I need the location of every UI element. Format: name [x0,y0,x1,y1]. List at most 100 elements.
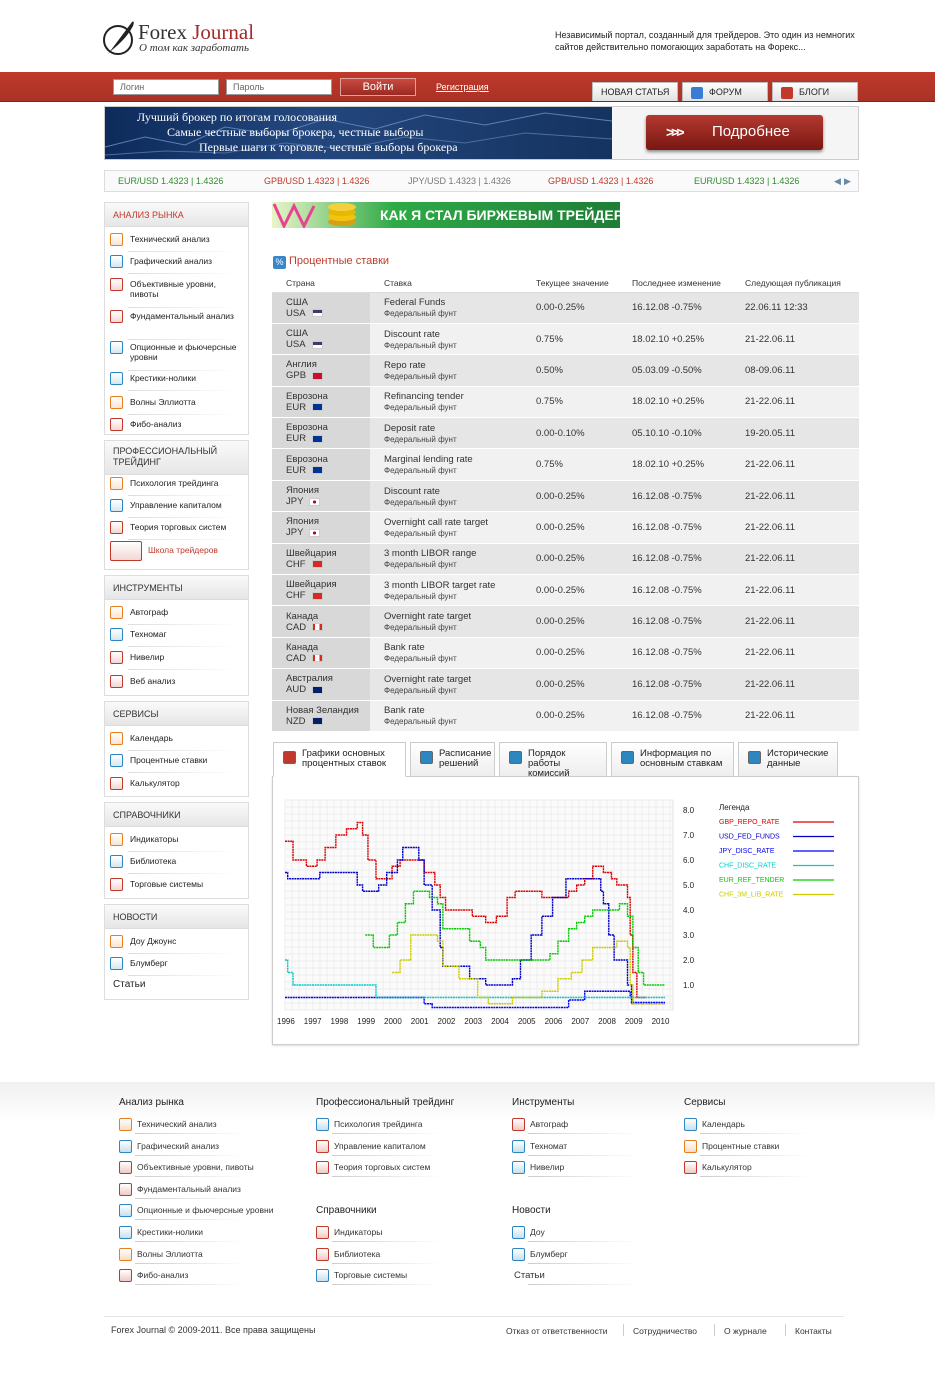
table-row[interactable]: Канада CAD Bank rate Федеральный фунт 0.00-0… [272,637,859,670]
sidebar-item-label: Теория торговых систем [130,522,227,532]
ticker-item[interactable]: GPB/USD 1.4323 | 1.4326 [548,176,653,186]
country-cell: США USA [272,292,370,324]
table-row[interactable]: Еврозона EUR Marginal lending rate Федераль… [272,448,859,481]
sidebar-item[interactable]: Крестики-нолики [110,372,248,387]
sidebar-item[interactable]: Калькулятор [110,777,248,792]
sidebar-item[interactable]: Технический анализ [110,233,248,248]
sidebar-item[interactable]: Объективные уровни, пивоты [110,278,248,304]
chart-tab-5[interactable]: Исторические данные [738,742,838,777]
promo-banner[interactable]: КАК Я СТАЛ БИРЖЕВЫМ ТРЕЙДЕРОМ [272,202,645,228]
table-row[interactable]: Япония JPY Discount rate Федеральный фунт 0.… [272,480,859,513]
sidebar-item[interactable]: Веб анализ [110,675,248,690]
sidebar-item[interactable]: Статьи [110,980,248,995]
flag-icon [309,497,321,506]
sidebar-separator [128,339,238,340]
tab-new-article[interactable]: НОВАЯ СТАТЬЯ [592,82,678,101]
y-tick-label: 6.0 [683,856,695,865]
trading-systems-icon [110,878,123,891]
last-change: 16.12.08 -0.75% [618,637,731,670]
footer-bottom-link[interactable]: О журнале [724,1326,767,1336]
footer-bottom-link[interactable]: Сотрудничество [633,1326,697,1336]
tab-forum[interactable]: ФОРУМ [682,82,768,101]
sidebar-item[interactable]: Календарь [110,732,248,747]
table-row[interactable]: Австралия AUD Overnight rate target Федерал… [272,668,859,701]
sidebar-item[interactable]: Фундаментальный анализ [110,310,248,336]
chart-tab-1[interactable]: Графики основных процентных ставок [273,742,406,777]
legend-entry: EUR_REF_TENDER [719,877,784,884]
rate-subtitle: Федеральный фунт [384,497,457,507]
table-row[interactable]: Новая Зеландия NZD Bank rate Федеральный фу… [272,700,859,732]
table-row[interactable]: Еврозона EUR Refinancing tender Федеральный… [272,386,859,419]
current-value: 0.50% [522,354,618,387]
chart-tab-3[interactable]: Порядок работы комиссий [499,742,607,779]
banner-image[interactable]: Лучший брокер по итогам голосования Самы… [105,107,612,159]
table-row[interactable]: Швейцария CHF 3 month LIBOR target rate Фед… [272,574,859,607]
ticker-next-icon[interactable]: ▶ [844,176,851,187]
sidebar-item[interactable]: Техномаг [110,628,248,643]
table-row[interactable]: Япония JPY Overnight call rate target Федер… [272,511,859,544]
tab-blogs[interactable]: БЛОГИ [772,82,858,101]
more-button[interactable]: >>> Подробнее [646,115,823,150]
country-name: Новая Зеландия [286,704,359,716]
flag-icon [312,403,324,412]
quill-logo-icon [103,21,134,55]
rate-name: Deposit rate [384,422,436,434]
sidebar-item[interactable]: Графический анализ [110,255,248,270]
table-row[interactable]: Еврозона EUR Deposit rate Федеральный фунт 0… [272,417,859,450]
rate-cell: Overnight call rate target Федеральный фу… [370,511,522,544]
y-tick-label: 8.0 [683,806,695,815]
sidebar-item[interactable]: Волны Эллиотта [110,396,248,411]
sidebar-item[interactable]: Процентные ставки [110,754,248,769]
register-link[interactable]: Регистрация [436,82,489,92]
sidebar-item[interactable]: Опционные и фьючерсные уровни [110,341,248,367]
sidebar-item-label: Школа трейдеров [148,545,218,555]
ticker-item[interactable]: GPB/USD 1.4323 | 1.4326 [264,176,369,186]
footer-col-title: Профессиональный трейдинг [316,1097,455,1108]
banner-line-3: Первые шаги к торговле, честные выборы б… [199,140,458,154]
sidebar-item[interactable]: Автограф [110,606,248,621]
table-row[interactable]: США USA Federal Funds Федеральный фунт 0.00-… [272,292,859,324]
footer-bottom-link[interactable]: Отказ от ответственности [506,1326,608,1336]
ticker-prev-icon[interactable]: ◀ [834,176,841,187]
chart-tab-2[interactable]: Расписание решений [410,742,495,777]
sidebar-item[interactable]: Торговые системы [110,878,248,893]
table-row[interactable]: Швейцария CHF 3 month LIBOR range Федеральн… [272,543,859,576]
sidebar-item[interactable]: Индикаторы [110,833,248,848]
table-row[interactable]: Канада CAD Overnight rate target Федеральны… [272,605,859,638]
sidebar-item[interactable]: Теория торговых систем [110,521,248,536]
current-value: 0.75% [522,448,618,481]
country-name: Швейцария [286,579,337,591]
footer-link-icon [512,1226,525,1239]
login-button[interactable]: Войти [340,78,416,96]
sidebar-item[interactable]: Школа трейдеров [110,541,248,570]
footer-bottom-link[interactable]: Контакты [795,1326,832,1336]
rates-chart: 8.0 7.0 6.0 5.0 4.0 3.0 2.0 1.0 1996 1997 1998 1999… [277,799,834,1026]
chart-tab-4[interactable]: Информация по основным ставкам [611,742,734,777]
sidebar-heading: СЕРВИСЫ [105,702,248,726]
login-input[interactable]: Логин [113,79,219,95]
sidebar-item-label: Техномаг [130,629,167,639]
password-input[interactable]: Пароль [226,79,332,95]
country-name: Канада [286,610,319,622]
sidebar-item[interactable]: Доу Джоунс [110,935,248,950]
table-row[interactable]: США USA Discount rate Федеральный фунт 0.75%… [272,323,859,356]
sidebar-item[interactable]: Психология трейдинга [110,477,248,492]
sidebar-item[interactable]: Фибо-анализ [110,418,248,433]
footer-separator [332,1133,442,1134]
table-row[interactable]: Англия GPB Repo rate Федеральный фунт 0.50% 0… [272,354,859,387]
sidebar-item[interactable]: Блумберг [110,957,248,972]
sidebar-separator [128,975,238,976]
ticker-item[interactable]: JPY/USD 1.4323 | 1.4326 [408,176,511,186]
current-value: 0.00-0.25% [522,292,618,324]
sidebar-item[interactable]: Нивелир [110,651,248,666]
ticker-item[interactable]: EUR/USD 1.4323 | 1.4326 [694,176,799,186]
x-tick-label: 2010 [652,1017,670,1026]
ticker-item[interactable]: EUR/USD 1.4323 | 1.4326 [118,176,223,186]
blog-icon [781,86,793,99]
last-change: 16.12.08 -0.75% [618,700,731,732]
footer-link-label: Доу [530,1227,545,1237]
sidebar-item[interactable]: Библиотека [110,855,248,870]
current-value: 0.75% [522,386,618,419]
country-cell: Еврозона EUR [272,448,370,481]
sidebar-item[interactable]: Управление капиталом [110,499,248,514]
